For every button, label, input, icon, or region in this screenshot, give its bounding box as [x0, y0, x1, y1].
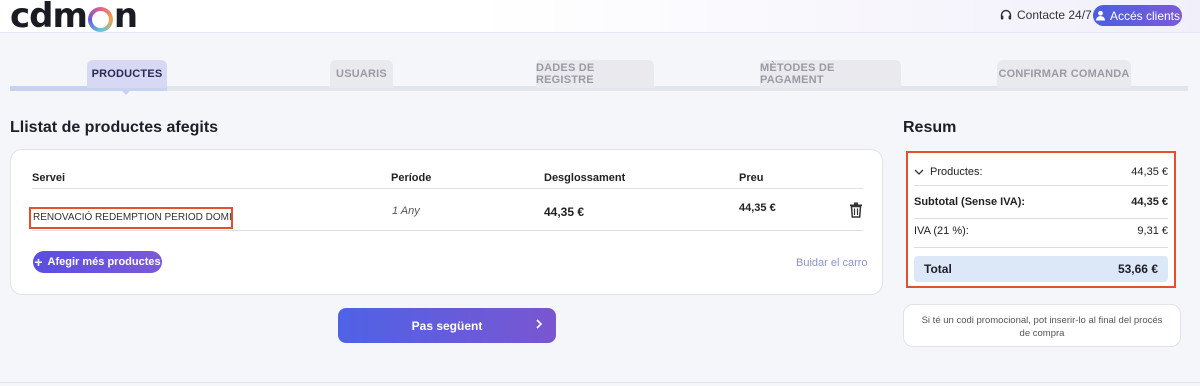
column-header-period: Període: [391, 172, 432, 184]
step-products[interactable]: PRODUCTES: [87, 60, 167, 88]
active-step-pointer: [119, 88, 133, 95]
contact-link[interactable]: Contacte 24/7: [1000, 8, 1092, 22]
cdmon-logo[interactable]: cdm n: [10, 0, 138, 36]
page-bottom-divider: [0, 382, 1200, 383]
summary-subtotal-value: 44,35 €: [1131, 196, 1168, 208]
header-divider: [32, 188, 863, 189]
next-step-button[interactable]: Pas següent: [338, 308, 556, 343]
column-header-service: Servei: [32, 172, 66, 184]
step-registration-data[interactable]: DADES DE REGISTRE: [536, 60, 654, 88]
row-divider: [32, 230, 863, 231]
column-header-breakdown: Desglossament: [544, 172, 626, 184]
next-step-label: Pas següent: [411, 318, 483, 333]
logo-text-cdm: cdm: [10, 0, 88, 36]
add-more-products-label: Afegir més productes: [47, 256, 161, 268]
contact-label: Contacte 24/7: [1017, 8, 1092, 22]
logo-text-n: n: [113, 0, 138, 36]
step-users[interactable]: USUARIS: [330, 60, 393, 88]
headset-icon: [1000, 9, 1012, 20]
products-title: Llistat de productes afegits: [10, 119, 219, 136]
service-name-cell: RENOVACIÓ REDEMPTION PERIOD DOMINI .EU: [29, 207, 233, 229]
column-header-price: Preu: [739, 172, 764, 184]
summary-title: Resum: [903, 119, 957, 136]
summary-products-label: Productes:: [930, 166, 983, 178]
user-icon: [1095, 10, 1106, 21]
client-access-label: Accés clients: [1109, 8, 1181, 23]
breakdown-cell: 44,35 €: [544, 205, 585, 219]
chevron-down-icon: [914, 169, 924, 175]
summary-iva-row: IVA (21 %): 9,31 €: [914, 225, 1168, 237]
logo-ring-icon: [88, 7, 113, 32]
empty-cart-link[interactable]: Buidar el carro: [796, 257, 868, 269]
period-cell: 1 Any: [392, 205, 420, 217]
trash-icon[interactable]: [849, 202, 863, 218]
summary-divider: [914, 218, 1168, 219]
summary-subtotal-label: Subtotal (Sense IVA):: [914, 196, 1026, 208]
top-header: cdm n Contacte 24/7 Accés clients: [0, 0, 1200, 33]
step-confirm-order[interactable]: CONFIRMAR COMANDA: [997, 60, 1131, 88]
promo-code-notice: Si té un codi promocional, pot inserir-l…: [903, 304, 1181, 347]
summary-iva-value: 9,31 €: [1137, 225, 1168, 237]
summary-products-value: 44,35 €: [1131, 166, 1168, 178]
summary-iva-label: IVA (21 %):: [914, 225, 969, 237]
summary-total-value: 53,66 €: [1117, 262, 1158, 276]
price-cell: 44,35 €: [739, 202, 776, 214]
summary-box: Productes: 44,35 € Subtotal (Sense IVA):…: [906, 151, 1176, 288]
summary-divider: [914, 185, 1168, 186]
chevron-right-icon: [536, 319, 543, 329]
summary-total-label: Total: [924, 262, 952, 276]
add-more-products-button[interactable]: + Afegir més productes: [33, 251, 162, 273]
summary-divider: [914, 247, 1168, 248]
summary-products-row[interactable]: Productes: 44,35 €: [914, 166, 1168, 178]
products-card: Servei Període Desglossament Preu RENOVA…: [10, 149, 883, 295]
client-access-button[interactable]: Accés clients: [1093, 5, 1182, 26]
plus-icon: +: [34, 254, 43, 270]
summary-total-row: Total 53,66 €: [914, 256, 1168, 282]
step-payment-methods[interactable]: MÈTODES DE PAGAMENT: [760, 60, 901, 88]
summary-subtotal-row: Subtotal (Sense IVA): 44,35 €: [914, 196, 1168, 208]
